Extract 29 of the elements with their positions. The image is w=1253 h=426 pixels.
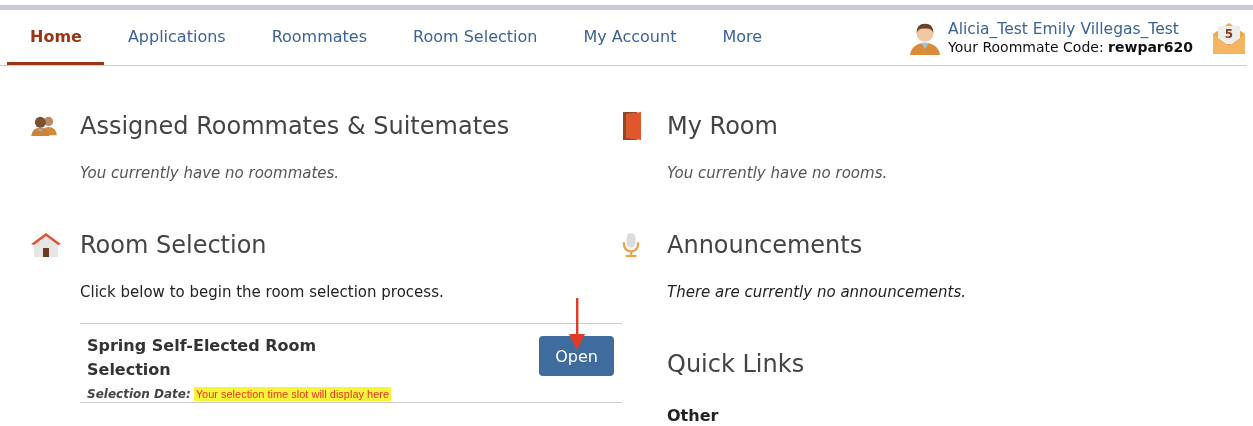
mail-button[interactable]: 5 xyxy=(1211,19,1247,56)
arrow-icon xyxy=(569,298,585,350)
selection-title: Spring Self-Elected Room Selection xyxy=(87,335,318,381)
roommate-code: Your Roommate Code: rewpar620 xyxy=(948,38,1193,56)
open-button[interactable]: Open xyxy=(539,336,614,376)
door-icon xyxy=(622,111,642,141)
nav-tab[interactable]: Room Selection xyxy=(390,10,560,65)
nav-tab[interactable]: My Account xyxy=(560,10,699,65)
house-icon xyxy=(30,232,62,258)
empty-message: You currently have no rooms. xyxy=(667,163,889,184)
section-heading: Assigned Roommates & Suitemates xyxy=(80,112,510,140)
empty-message: There are currently no announcements. xyxy=(667,282,968,303)
nav-tab[interactable]: More xyxy=(699,10,785,65)
empty-message: You currently have no roommates. xyxy=(80,163,341,184)
user-name-link[interactable]: Alicia_Test Emily Villegas_Test xyxy=(948,19,1193,38)
nav-tab[interactable]: Roommates xyxy=(248,10,390,65)
link-group-heading: Other xyxy=(667,406,720,425)
date-label: Selection Date: xyxy=(87,387,191,401)
section-heading: Quick Links xyxy=(667,350,805,378)
intro-text: Click below to begin the room selection process. xyxy=(80,282,445,303)
people-icon xyxy=(30,115,58,137)
nav-tab[interactable]: Home xyxy=(7,10,104,65)
section-heading: Announcements xyxy=(667,231,863,259)
microphone-icon xyxy=(622,232,640,258)
nav-tab[interactable]: Applications xyxy=(104,10,248,65)
date-value: Your selection time slot will display here xyxy=(193,387,392,401)
section-heading: My Room xyxy=(667,112,778,140)
mail-count: 5 xyxy=(1223,26,1235,41)
section-heading: Room Selection xyxy=(80,231,267,259)
